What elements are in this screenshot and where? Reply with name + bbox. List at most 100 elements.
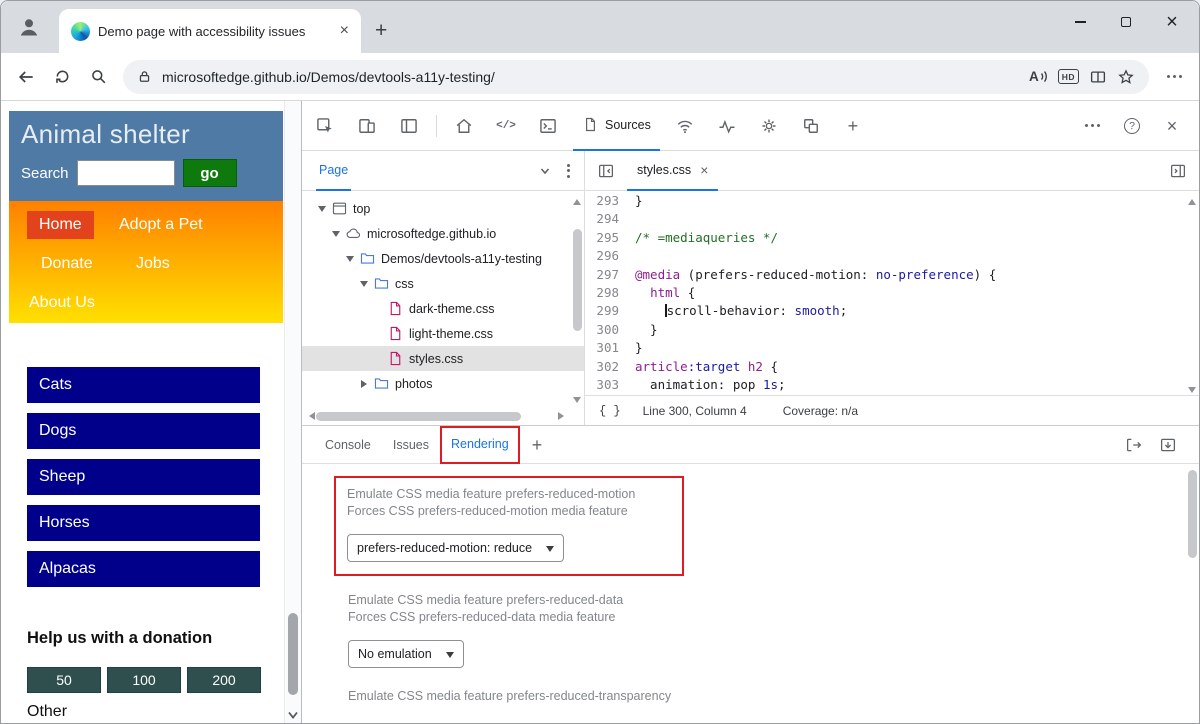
tree-item-demos-devtools-a11y-testing[interactable]: Demos/devtools-a11y-testing <box>302 246 584 271</box>
scroll-down-icon[interactable] <box>1187 387 1196 397</box>
category-button-cats[interactable]: Cats <box>27 367 260 403</box>
new-tab-button[interactable]: + <box>375 20 387 41</box>
back-button[interactable] <box>9 60 43 94</box>
donation-button-50[interactable]: 50 <box>27 667 101 693</box>
go-button[interactable]: go <box>182 159 237 187</box>
page-scrollbar[interactable] <box>284 101 301 723</box>
devtools-close-icon[interactable]: × <box>1155 110 1189 142</box>
tree-item-top[interactable]: top <box>302 196 584 221</box>
category-button-sheep[interactable]: Sheep <box>27 459 260 495</box>
format-button[interactable]: { } <box>599 404 621 418</box>
drawer-tab-console[interactable]: Console <box>314 426 382 464</box>
drawer-tab-issues[interactable]: Issues <box>382 426 440 464</box>
tree-item-light-theme-css[interactable]: light-theme.css <box>302 321 584 346</box>
file-tab-styles-css[interactable]: styles.css × <box>627 151 719 191</box>
settings-gear-icon[interactable] <box>752 110 786 142</box>
split-screen-icon[interactable] <box>1089 68 1107 86</box>
prefers-reduced-data-select[interactable]: No emulation <box>348 640 464 668</box>
elements-tab-icon[interactable]: </> <box>489 110 523 142</box>
tree-item-css[interactable]: css <box>302 271 584 296</box>
line-number[interactable]: 302 <box>585 358 635 376</box>
page-pane-tab[interactable]: Page <box>316 151 352 191</box>
scrollbar-thumb[interactable] <box>572 229 582 331</box>
line-number[interactable]: 295 <box>585 229 635 247</box>
navigator-more-icon[interactable] <box>567 163 570 178</box>
line-number[interactable]: 303 <box>585 376 635 394</box>
more-tabs-plus-icon[interactable]: + <box>836 110 870 142</box>
prefers-reduced-motion-select[interactable]: prefers-reduced-motion: reduce <box>347 534 565 562</box>
donation-button-100[interactable]: 100 <box>107 667 181 693</box>
nav-link-adopt-a-pet[interactable]: Adopt a Pet <box>119 216 203 234</box>
settings-menu-icon[interactable] <box>1157 60 1191 94</box>
line-number[interactable]: 298 <box>585 284 635 302</box>
file-tab-close-icon[interactable]: × <box>700 163 708 177</box>
scroll-up-icon[interactable] <box>572 195 581 205</box>
line-number[interactable]: 296 <box>585 247 635 265</box>
address-bar[interactable]: microsoftedge.github.io/Demos/devtools-a… <box>123 59 1149 94</box>
caret-open-icon[interactable] <box>356 276 372 292</box>
refresh-button[interactable] <box>45 60 79 94</box>
drawer-scrollbar-thumb[interactable] <box>1188 470 1197 558</box>
hd-badge-icon[interactable]: HD <box>1057 69 1079 84</box>
network-tab-icon[interactable] <box>668 110 702 142</box>
collapse-navigator-icon[interactable] <box>593 158 619 184</box>
line-number[interactable]: 301 <box>585 339 635 357</box>
category-button-alpacas[interactable]: Alpacas <box>27 551 260 587</box>
editor-scrollbar[interactable] <box>1186 195 1198 397</box>
close-window-button[interactable]: × <box>1149 5 1195 39</box>
line-number[interactable]: 299 <box>585 302 635 320</box>
nav-link-home[interactable]: Home <box>27 211 94 239</box>
add-drawer-tab-icon[interactable]: + <box>522 436 553 454</box>
tree-item-styles-css[interactable]: styles.css <box>302 346 584 371</box>
line-number[interactable]: 293 <box>585 192 635 210</box>
category-button-horses[interactable]: Horses <box>27 505 260 541</box>
category-button-dogs[interactable]: Dogs <box>27 413 260 449</box>
expand-panel-icon[interactable] <box>1125 436 1143 454</box>
toggle-debugger-sidebar-icon[interactable] <box>1165 158 1191 184</box>
browser-tab[interactable]: Demo page with accessibility issues × <box>59 9 361 53</box>
devtools-help-icon[interactable]: ? <box>1115 110 1149 142</box>
favorites-star-icon[interactable] <box>1117 68 1135 86</box>
pane-chevron-icon[interactable] <box>539 165 551 177</box>
nav-link-about-us[interactable]: About Us <box>29 294 95 312</box>
scroll-left-icon[interactable] <box>305 411 315 420</box>
scrollbar-thumb[interactable] <box>288 613 298 695</box>
scroll-down-icon[interactable] <box>287 710 299 720</box>
search-button[interactable] <box>81 60 115 94</box>
scroll-up-icon[interactable] <box>1187 195 1196 205</box>
welcome-tab-home-icon[interactable] <box>447 110 481 142</box>
application-tab-icon[interactable] <box>794 110 828 142</box>
caret-open-icon[interactable] <box>314 201 330 217</box>
devtools-more-icon[interactable] <box>1075 110 1109 142</box>
inspect-icon[interactable] <box>308 110 342 142</box>
donation-button-200[interactable]: 200 <box>187 667 261 693</box>
site-lock-icon[interactable] <box>137 69 152 84</box>
profile-button[interactable] <box>9 7 49 47</box>
performance-tab-icon[interactable] <box>710 110 744 142</box>
maximize-button[interactable] <box>1103 5 1149 39</box>
line-number[interactable]: 294 <box>585 210 635 228</box>
scroll-down-icon[interactable] <box>572 397 581 407</box>
scrollbar-thumb[interactable] <box>316 411 521 421</box>
caret-closed-icon[interactable] <box>356 376 372 392</box>
navigator-vertical-scrollbar[interactable] <box>571 195 583 407</box>
minimize-button[interactable] <box>1057 5 1103 39</box>
drawer-tab-rendering[interactable]: Rendering <box>440 425 520 464</box>
nav-link-jobs[interactable]: Jobs <box>136 255 170 273</box>
tree-item-dark-theme-css[interactable]: dark-theme.css <box>302 296 584 321</box>
line-number[interactable]: 297 <box>585 266 635 284</box>
search-input[interactable] <box>76 160 175 186</box>
sources-tab[interactable]: Sources <box>573 101 660 151</box>
caret-open-icon[interactable] <box>342 251 358 267</box>
read-aloud-icon[interactable]: A <box>1029 69 1048 84</box>
tree-item-microsoftedge-github-io[interactable]: microsoftedge.github.io <box>302 221 584 246</box>
device-toolbar-icon[interactable] <box>350 110 384 142</box>
tree-item-photos[interactable]: photos <box>302 371 584 396</box>
line-number[interactable]: 300 <box>585 321 635 339</box>
console-tab-icon[interactable] <box>531 110 565 142</box>
tab-close-icon[interactable]: × <box>336 21 353 41</box>
caret-open-icon[interactable] <box>328 226 344 242</box>
nav-link-donate[interactable]: Donate <box>41 255 93 273</box>
dock-drawer-icon[interactable] <box>1159 436 1177 454</box>
navigator-horizontal-scrollbar[interactable] <box>305 410 568 422</box>
